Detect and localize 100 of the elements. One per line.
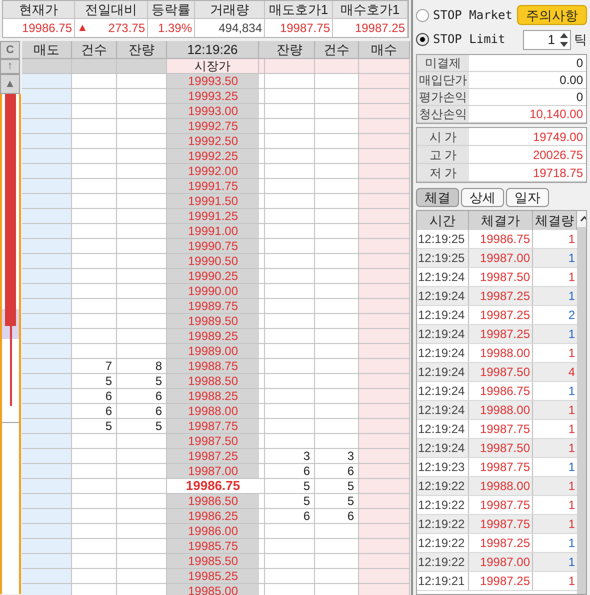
- table-cell: [22, 344, 72, 359]
- price-cell[interactable]: 19988.25: [167, 389, 259, 404]
- notice-button[interactable]: 주의사항: [517, 5, 587, 25]
- tick-spinner[interactable]: 1: [523, 30, 571, 50]
- price-cell[interactable]: 19990.00: [167, 284, 259, 299]
- price-cell[interactable]: 19991.75: [167, 179, 259, 194]
- table-cell: [359, 389, 410, 404]
- price-cell[interactable]: 19988.50: [167, 374, 259, 389]
- price-cell[interactable]: 19987.25: [167, 449, 259, 464]
- table-cell: 6: [315, 464, 359, 479]
- price-cell[interactable]: 19989.50: [167, 314, 259, 329]
- radio-button[interactable]: [416, 8, 429, 22]
- table-cell: 3: [315, 449, 359, 464]
- price-cell[interactable]: 19990.75: [167, 239, 259, 254]
- price-cell[interactable]: 19990.50: [167, 254, 259, 269]
- price-cell[interactable]: 19986.25: [167, 509, 259, 524]
- table-cell: [359, 359, 410, 374]
- trade-quantity: 1: [567, 326, 576, 343]
- table-cell: 5: [72, 419, 117, 434]
- table-cell: [265, 554, 315, 569]
- table-cell: [22, 194, 72, 209]
- table-cell: [117, 74, 167, 89]
- market-price-button[interactable]: 시장가: [167, 59, 259, 74]
- price-cell[interactable]: 19985.50: [167, 554, 259, 569]
- price-cell[interactable]: 19989.00: [167, 344, 259, 359]
- price-cell[interactable]: 19992.00: [167, 164, 259, 179]
- trade-quantity: 1: [567, 250, 576, 267]
- row-label: 미결제: [417, 55, 469, 71]
- tab[interactable]: 체결: [416, 188, 459, 207]
- price-cell[interactable]: 19991.25: [167, 209, 259, 224]
- table-cell: [315, 299, 359, 314]
- price-cell[interactable]: 19987.50: [167, 434, 259, 449]
- trade-time: 12:19:22: [417, 496, 469, 514]
- price-cell[interactable]: 19992.75: [167, 119, 259, 134]
- row-label: 평가손익: [417, 89, 469, 105]
- row-label: 저 가: [417, 164, 469, 181]
- table-cell: [72, 569, 117, 584]
- price-cell[interactable]: 19992.25: [167, 149, 259, 164]
- table-cell: [22, 224, 72, 239]
- price-cell[interactable]: 19987.75: [167, 419, 259, 434]
- table-cell: [265, 314, 315, 329]
- radio-label[interactable]: STOP Limit: [433, 30, 506, 48]
- price-cell[interactable]: 19986.00: [167, 524, 259, 539]
- radio-label[interactable]: STOP Market: [433, 6, 512, 24]
- price-cell[interactable]: 19988.75: [167, 359, 259, 374]
- quote-value: 273.75: [108, 20, 145, 37]
- table-cell: [22, 494, 72, 509]
- table-cell: [359, 494, 410, 509]
- table-cell: [315, 404, 359, 419]
- tab[interactable]: 상세: [461, 188, 504, 207]
- table-cell: 5: [265, 479, 315, 494]
- price-cell[interactable]: 19992.50: [167, 134, 259, 149]
- side-button[interactable]: ↑: [0, 59, 20, 74]
- price-cell[interactable]: 19985.00: [167, 584, 259, 595]
- price-cell[interactable]: 19987.00: [167, 464, 259, 479]
- price-cell[interactable]: 19989.25: [167, 329, 259, 344]
- table-cell: 5: [72, 374, 117, 389]
- price-cell[interactable]: 19993.50: [167, 74, 259, 89]
- trade-price: 19988.00: [469, 344, 533, 362]
- column-header: 건수: [72, 41, 117, 59]
- tab[interactable]: 일자: [506, 188, 549, 207]
- trade-quantity: 1: [567, 535, 576, 552]
- price-cell[interactable]: 19985.25: [167, 569, 259, 584]
- trade-price: 19987.25: [469, 534, 533, 552]
- table-cell: [265, 329, 315, 344]
- side-button[interactable]: ▲: [0, 74, 20, 94]
- price-cell[interactable]: 19986.75: [167, 479, 259, 494]
- price-cell[interactable]: 19991.50: [167, 194, 259, 209]
- price-cell[interactable]: 19986.50: [167, 494, 259, 509]
- table-cell: [315, 419, 359, 434]
- side-button[interactable]: C: [0, 41, 20, 59]
- table-cell: [265, 209, 315, 224]
- table-cell: [117, 314, 167, 329]
- price-cell[interactable]: 19990.25: [167, 269, 259, 284]
- trade-time: 12:19:24: [417, 306, 469, 324]
- price-cell[interactable]: 19988.00: [167, 404, 259, 419]
- column-header: 잔량: [117, 41, 167, 59]
- price-cell[interactable]: 19993.00: [167, 104, 259, 119]
- table-cell: [117, 509, 167, 524]
- table-cell: [315, 524, 359, 539]
- table-cell: [72, 74, 117, 89]
- table-cell: [22, 284, 72, 299]
- quote-value: 494,834: [218, 20, 262, 37]
- trade-price: 19987.25: [469, 572, 533, 590]
- table-cell: [265, 239, 315, 254]
- price-cell[interactable]: 19991.00: [167, 224, 259, 239]
- trade-time: 12:19:24: [417, 382, 469, 400]
- table-cell: [265, 419, 315, 434]
- price-cell[interactable]: 19985.75: [167, 539, 259, 554]
- table-cell: [117, 104, 167, 119]
- price-cell[interactable]: 19989.75: [167, 299, 259, 314]
- radio-button[interactable]: [416, 32, 429, 46]
- table-cell: [359, 554, 410, 569]
- price-cell[interactable]: 19993.25: [167, 89, 259, 104]
- table-cell: [22, 299, 72, 314]
- column-header: 잔량: [265, 41, 315, 59]
- table-cell: [359, 404, 410, 419]
- table-cell: [72, 554, 117, 569]
- table-cell: [265, 569, 315, 584]
- table-cell: [359, 329, 410, 344]
